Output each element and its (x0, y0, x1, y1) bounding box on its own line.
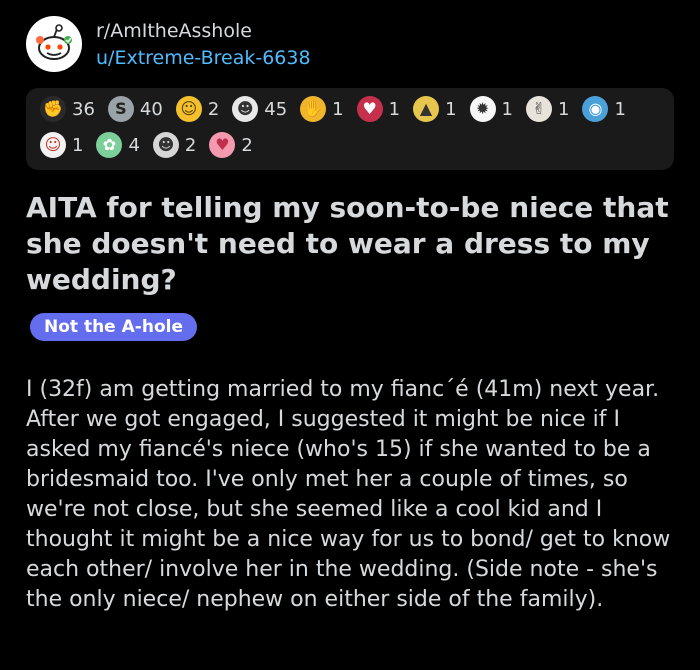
award-count: 2 (241, 134, 253, 156)
award-item[interactable]: ☺ 1 (40, 132, 83, 158)
wholesome-award-icon: ☺ (175, 96, 202, 122)
reddit-snoo-icon (36, 24, 72, 60)
award-item[interactable]: ♥ 1 (356, 96, 401, 122)
award-item[interactable]: ☻ 45 (232, 96, 287, 122)
award-item[interactable]: ✹ 1 (469, 96, 513, 122)
subreddit-avatar[interactable] (26, 16, 82, 72)
award-count: 45 (264, 98, 288, 120)
award-item[interactable]: ✌ 1 (525, 96, 570, 122)
award-item[interactable]: S 40 (107, 96, 163, 122)
award-item[interactable]: ✊ 36 (40, 96, 95, 122)
award-item[interactable]: ♥ 2 (209, 132, 253, 158)
award-11-icon: ☺ (40, 132, 66, 158)
award-8-icon: ✹ (469, 96, 496, 122)
award-4-icon: ☻ (232, 96, 259, 122)
award-count: 36 (72, 98, 95, 120)
award-count: 1 (388, 98, 401, 120)
award-count: 1 (557, 98, 570, 120)
post-header: r/AmItheAsshole u/Extreme-Break-6638 (26, 14, 686, 74)
award-item[interactable]: ☺ 2 (175, 96, 220, 122)
award-count: 4 (128, 134, 140, 156)
award-5-icon: ✋ (300, 96, 327, 122)
award-12-icon: ✿ (96, 132, 123, 158)
award-14-icon: ♥ (209, 132, 236, 158)
award-count: 1 (445, 98, 457, 120)
award-item[interactable]: ▲ 1 (413, 96, 457, 122)
post-title[interactable]: AITA for telling my soon-to-be niece tha… (26, 190, 676, 298)
subreddit-name[interactable]: r/AmItheAsshole (96, 20, 252, 42)
post-flair[interactable]: Not the A-hole (30, 313, 197, 341)
award-count: 1 (501, 98, 513, 120)
heart-award-icon: ♥ (356, 96, 383, 122)
awards-row: ✊ 36 S 40 ☺ 2 ☻ 45 ✋ 1 ♥ 1 ▲ 1 ✹ 1 ✌ 1 ◉ 1 (40, 96, 639, 122)
award-count: 40 (139, 98, 163, 120)
award-10-icon: ◉ (582, 96, 609, 122)
award-count: 1 (332, 98, 344, 120)
award-1-icon: ✊ (40, 96, 66, 122)
silver-award-icon: S (107, 96, 134, 122)
award-count: 1 (72, 134, 84, 156)
awards-panel[interactable]: ✊ 36 S 40 ☺ 2 ☻ 45 ✋ 1 ♥ 1 ▲ 1 ✹ 1 ✌ 1 ◉ 1 ☺ 1 ✿ 4 ☻… (26, 88, 674, 170)
award-item[interactable]: ✿ 4 (96, 132, 140, 158)
award-7-icon: ▲ (413, 96, 440, 122)
awards-row: ☺ 1 ✿ 4 ☻ 2 ♥ 2 (40, 132, 266, 158)
award-count: 1 (614, 98, 626, 120)
post-body: I (32f) am getting married to my fianc´é… (26, 377, 671, 612)
award-count: 2 (207, 98, 220, 120)
award-item[interactable]: ✋ 1 (300, 96, 344, 122)
award-item[interactable]: ☻ 2 (152, 132, 197, 158)
award-item[interactable]: ◉ 1 (582, 96, 626, 122)
award-9-icon: ✌ (525, 96, 552, 122)
award-count: 2 (184, 134, 197, 156)
author-name[interactable]: u/Extreme-Break-6638 (96, 47, 311, 69)
award-13-icon: ☻ (152, 132, 179, 158)
